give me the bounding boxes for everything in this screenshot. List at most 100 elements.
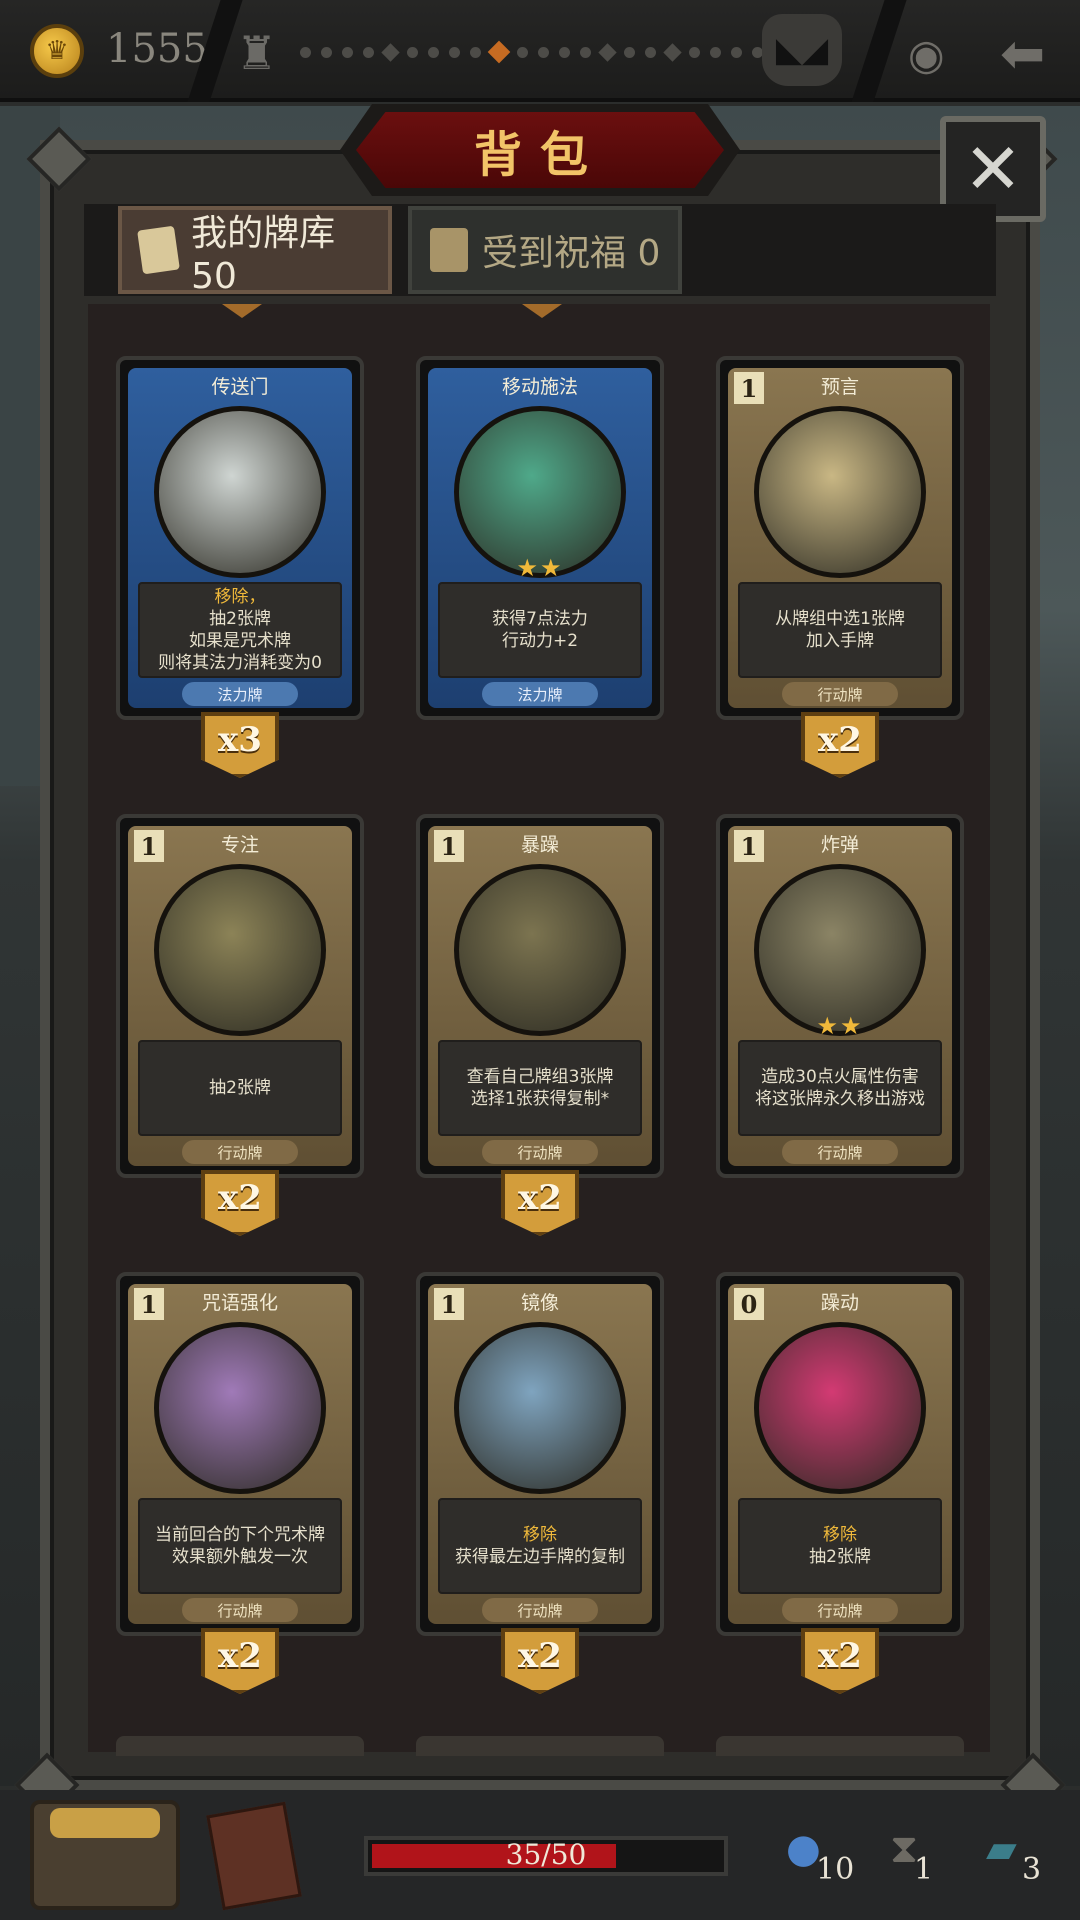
back-arrow-icon[interactable]: ⬅: [1000, 22, 1045, 85]
card[interactable]: 1 暴躁 查看自己牌组3张牌 选择1张获得复制* 行动牌: [416, 814, 664, 1178]
desc-line: 行动力+2: [501, 631, 579, 651]
chest-gold: [50, 1808, 160, 1838]
card[interactable]: 0 躁动 移除 抽2张牌 行动牌: [716, 1272, 964, 1636]
card-art: [754, 864, 926, 1036]
desc-line: 则将其法力消耗变为0: [158, 653, 322, 673]
card-count: 3: [1022, 1852, 1042, 1887]
card-type: 法力牌: [182, 682, 298, 706]
map-node: [559, 46, 570, 58]
desc-line: 选择1张获得复制*: [470, 1089, 610, 1109]
tab-my-deck[interactable]: 我的牌库 50: [118, 206, 392, 297]
map-node: [538, 46, 549, 58]
card-description: 移除 获得最左边手牌的复制: [438, 1498, 642, 1594]
map-node: [300, 46, 311, 58]
panel-title: 背包: [473, 127, 606, 183]
card-stars: ★★: [516, 554, 564, 582]
desc-line: 抽2张牌: [209, 1078, 271, 1098]
book-icon[interactable]: [206, 1801, 302, 1911]
card-name: 移动施法: [501, 376, 578, 398]
card-description: 当前回合的下个咒术牌 效果额外触发一次: [138, 1498, 342, 1594]
keyword-remove: 移除: [523, 1525, 557, 1545]
tab-label: 受到祝福 0: [482, 233, 661, 274]
title-banner: 背包: [356, 112, 724, 188]
card-type: 行动牌: [182, 1140, 298, 1164]
map-node: [731, 46, 742, 58]
card[interactable]: 1 咒语强化 当前回合的下个咒术牌 效果额外触发一次 行动牌: [116, 1272, 364, 1636]
turn-count: 1: [914, 1852, 934, 1887]
card-stars: ★★: [816, 1012, 864, 1040]
gift-icon: [430, 228, 468, 272]
card-description: 移除， 抽2张牌 如果是咒术牌 则将其法力消耗变为0: [138, 582, 342, 678]
card[interactable]: 1 镜像 移除 获得最左边手牌的复制 行动牌: [416, 1272, 664, 1636]
card-name: 躁动: [820, 1292, 859, 1314]
desc-line: 抽2张牌: [209, 609, 271, 629]
card-name: 咒语强化: [201, 1292, 278, 1314]
card-type: 行动牌: [482, 1598, 598, 1622]
card[interactable]: 移动施法 ★★ 获得7点法力 行动力+2 法力牌: [416, 356, 664, 720]
desc-line: 效果额外触发一次: [172, 1547, 308, 1567]
desc-line: 当前回合的下个咒术牌: [155, 1525, 325, 1545]
cards-stack-icon: ▰: [986, 1826, 1017, 1872]
card-peek: [116, 1736, 364, 1756]
map-node: [407, 46, 418, 58]
keyword-remove: 移除: [823, 1525, 857, 1545]
card-art: [454, 864, 626, 1036]
keyword-remove: 移除，: [214, 587, 266, 607]
card-peek: [716, 1736, 964, 1756]
card-description: 获得7点法力 行动力+2: [438, 582, 642, 678]
card-art: [754, 1322, 926, 1494]
desc-line: 获得7点法力: [492, 609, 588, 629]
desc-line: 如果是咒术牌: [189, 631, 291, 651]
card[interactable]: 1 预言 从牌组中选1张牌 加入手牌 行动牌: [716, 356, 964, 720]
card-art: [154, 406, 326, 578]
tab-blessings[interactable]: 受到祝福 0: [408, 206, 682, 294]
card-type: 行动牌: [782, 1140, 898, 1164]
card-description: 从牌组中选1张牌 加入手牌: [738, 582, 942, 678]
divider: [851, 0, 907, 102]
mana-count: 10: [816, 1852, 855, 1887]
tab-label: 我的牌库 50: [191, 212, 336, 297]
card-art: [754, 406, 926, 578]
card[interactable]: 传送门移除， 抽2张牌 如果是咒术牌 则将其法力消耗变为0 法力牌: [116, 356, 364, 720]
map-node: [580, 46, 591, 58]
desc-line: 获得最左边手牌的复制: [455, 1547, 625, 1567]
map-node: [689, 46, 700, 58]
map-node: [470, 46, 481, 58]
card-art: [154, 864, 326, 1036]
card-type: 法力牌: [482, 682, 598, 706]
card-type: 行动牌: [782, 1598, 898, 1622]
map-node: [598, 42, 617, 62]
card-name: 预言: [820, 376, 859, 398]
desc-line: 查看自己牌组3张牌: [466, 1067, 614, 1087]
hp-text: 35/50: [505, 1838, 587, 1871]
card-name: 炸弹: [820, 834, 859, 856]
map-progress: [300, 40, 828, 64]
current-node-marker: [487, 40, 511, 64]
card-description: 移除 抽2张牌: [738, 1498, 942, 1594]
map-node: [381, 42, 400, 62]
card[interactable]: 1 炸弹 ★★ 造成30点火属性伤害 将这张牌永久移出游戏 行动牌: [716, 814, 964, 1178]
card-peek: [416, 1736, 664, 1756]
card-name: 镜像: [520, 1292, 559, 1314]
eye-icon[interactable]: ◉: [908, 30, 945, 79]
card[interactable]: 1 专注 抽2张牌 行动牌: [116, 814, 364, 1178]
card-type: 行动牌: [482, 1140, 598, 1164]
card-name: 暴躁: [520, 834, 559, 856]
desc-line: 造成30点火属性伤害: [761, 1067, 919, 1087]
card-art: [454, 1322, 626, 1494]
desc-line: 抽2张牌: [809, 1547, 871, 1567]
card-type: 行动牌: [782, 682, 898, 706]
desc-line: 从牌组中选1张牌: [775, 609, 905, 629]
map-node: [363, 46, 374, 58]
card-description: 抽2张牌: [138, 1040, 342, 1136]
map-node: [624, 46, 635, 58]
tower-icon: ♜: [236, 26, 278, 80]
map-node: [663, 42, 682, 62]
card-name: 传送门: [211, 376, 269, 398]
map-node: [342, 46, 353, 58]
card-description: 造成30点火属性伤害 将这张牌永久移出游戏: [738, 1040, 942, 1136]
top-bar: ♛ 1555 ♜ ◣◢ ◉ ⬅: [0, 0, 1080, 102]
desc-line: 加入手牌: [806, 631, 874, 651]
boss-icon[interactable]: ◣◢: [762, 14, 842, 86]
crown-coin-icon: ♛: [30, 24, 84, 78]
